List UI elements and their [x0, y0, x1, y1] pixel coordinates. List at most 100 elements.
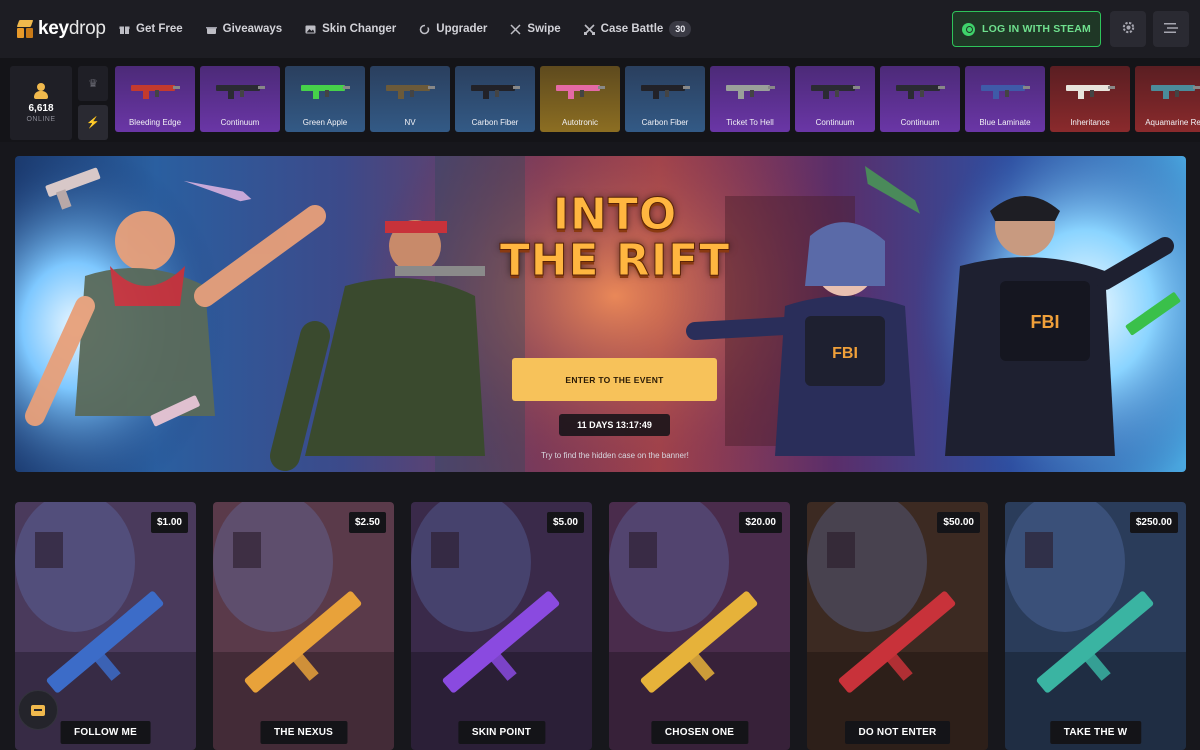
weapon-icon	[726, 85, 775, 99]
drop-card[interactable]: Continuum	[880, 66, 960, 132]
case-name: SKIN POINT	[457, 721, 546, 744]
case-card[interactable]: $50.00 DO NOT ENTER	[807, 502, 988, 750]
weapon-icon	[1066, 85, 1115, 99]
case-artwork	[1005, 502, 1186, 750]
cases-grid: $1.00 FOLLOW ME $2.50 THE NEXUS $5.00 SKIN PO…	[15, 502, 1186, 750]
case-battle-count-badge: 30	[669, 21, 692, 37]
drop-skin-name: Ticket To Hell	[726, 118, 774, 127]
case-artwork	[411, 502, 592, 750]
event-title: INTO THE RIFT	[499, 189, 731, 286]
drop-card[interactable]: Autotronic	[540, 66, 620, 132]
case-card[interactable]: $250.00 TAKE THE W	[1005, 502, 1186, 750]
image-icon	[305, 24, 316, 35]
drop-skin-name: Carbon Fiber	[641, 118, 689, 127]
drop-skin-name: Continuum	[220, 118, 260, 127]
case-artwork	[807, 502, 988, 750]
case-name: CHOSEN ONE	[650, 721, 749, 744]
drop-card[interactable]: Carbon Fiber	[455, 66, 535, 132]
case-card[interactable]: $5.00 SKIN POINT	[411, 502, 592, 750]
online-count: 6,618	[28, 103, 54, 114]
svg-text:FBI: FBI	[1031, 312, 1060, 332]
case-card[interactable]: $2.50 THE NEXUS	[213, 502, 394, 750]
case-artwork	[213, 502, 394, 750]
case-price: $50.00	[937, 512, 980, 533]
nav-swipe[interactable]: Swipe	[510, 23, 561, 35]
weapon-icon	[301, 85, 350, 99]
chat-button[interactable]	[18, 690, 58, 730]
case-price: $5.00	[546, 512, 584, 533]
event-banner[interactable]: FBI FBI INTO THE RIFT ENTER TO THE EVENT…	[15, 156, 1186, 472]
case-name: THE NEXUS	[259, 721, 348, 744]
drop-card[interactable]: Bleeding Edge	[115, 66, 195, 132]
hamburger-icon	[1164, 21, 1178, 38]
keydrop-logo[interactable]: keydrop	[16, 17, 106, 41]
main-nav: Get Free Giveaways Skin Changer Upgrader…	[119, 0, 714, 58]
weapon-icon	[131, 85, 180, 99]
steam-icon	[962, 22, 975, 36]
online-counter: 6,618 ONLINE	[10, 66, 72, 140]
nav-case-battle[interactable]: Case Battle 30	[583, 21, 692, 37]
drop-skin-name: Continuum	[815, 118, 855, 127]
logo-cube-icon	[16, 20, 34, 38]
case-price: $20.00	[739, 512, 782, 533]
weapon-icon	[811, 85, 860, 99]
drop-skin-name: Bleeding Edge	[128, 118, 182, 127]
nav-upgrader[interactable]: Upgrader	[419, 23, 487, 35]
drop-skin-name: Autotronic	[561, 118, 599, 127]
live-drops-strip: 6,618 ONLINE ♛ ⚡ Bleeding Edge Continuum G…	[0, 58, 1200, 142]
drop-card[interactable]: Inheritance	[1050, 66, 1130, 132]
top-drops-toggle[interactable]: ♛	[78, 66, 108, 101]
swipe-icon	[510, 23, 521, 35]
login-with-steam-button[interactable]: LOG IN WITH STEAM	[952, 11, 1101, 47]
event-countdown: 11 DAYS 13:17:49	[559, 414, 670, 436]
enter-event-button[interactable]: ENTER TO THE EVENT	[512, 358, 717, 401]
gift-icon	[119, 24, 130, 35]
weapon-icon	[471, 85, 520, 99]
gear-icon	[1121, 20, 1136, 39]
drop-skin-name: NV	[404, 118, 416, 127]
top-header: keydrop Get Free Giveaways Skin Changer …	[0, 0, 1200, 58]
drops-list: Bleeding Edge Continuum Green Apple NV Carbo…	[115, 66, 1200, 132]
chat-icon	[31, 704, 45, 716]
drop-card[interactable]: Green Apple	[285, 66, 365, 132]
drops-filter: ♛ ⚡	[78, 66, 108, 140]
weapon-icon	[216, 85, 265, 99]
nav-skin-changer[interactable]: Skin Changer	[305, 23, 396, 35]
lightning-icon: ⚡	[86, 117, 100, 129]
drop-skin-name: Aquamarine Rev	[1145, 118, 1200, 127]
nav-giveaways[interactable]: Giveaways	[205, 23, 282, 35]
refresh-icon	[419, 24, 430, 35]
live-drops-toggle[interactable]: ⚡	[78, 105, 108, 140]
case-name: FOLLOW ME	[60, 721, 151, 744]
drop-card[interactable]: Continuum	[795, 66, 875, 132]
present-icon	[205, 24, 217, 35]
weapon-icon	[386, 85, 435, 99]
drop-card[interactable]: Continuum	[200, 66, 280, 132]
floating-weapon-knife	[183, 180, 252, 202]
case-name: DO NOT ENTER	[844, 721, 951, 744]
weapon-icon	[641, 85, 690, 99]
drop-card[interactable]: Ticket To Hell	[710, 66, 790, 132]
weapon-icon	[556, 85, 605, 99]
case-card[interactable]: $20.00 CHOSEN ONE	[609, 502, 790, 750]
nav-get-free[interactable]: Get Free	[119, 23, 183, 35]
menu-button[interactable]	[1153, 11, 1189, 47]
drop-card[interactable]: Blue Laminate	[965, 66, 1045, 132]
floating-weapon-karambit	[865, 166, 920, 214]
users-icon	[32, 83, 50, 99]
crown-icon: ♛	[88, 78, 98, 90]
drop-skin-name: Blue Laminate	[979, 118, 1031, 127]
drop-card[interactable]: Carbon Fiber	[625, 66, 705, 132]
settings-button[interactable]	[1110, 11, 1146, 47]
weapon-icon	[1151, 85, 1200, 99]
banner-hint: Try to find the hidden case on the banne…	[541, 451, 689, 460]
drop-card[interactable]: NV	[370, 66, 450, 132]
case-price: $1.00	[150, 512, 188, 533]
drop-card[interactable]: Aquamarine Rev	[1135, 66, 1200, 132]
online-label: ONLINE	[26, 116, 56, 123]
weapon-icon	[981, 85, 1030, 99]
swords-icon	[583, 23, 595, 35]
weapon-icon	[896, 85, 945, 99]
drop-skin-name: Green Apple	[302, 118, 348, 127]
logo-text: keydrop	[38, 18, 106, 39]
